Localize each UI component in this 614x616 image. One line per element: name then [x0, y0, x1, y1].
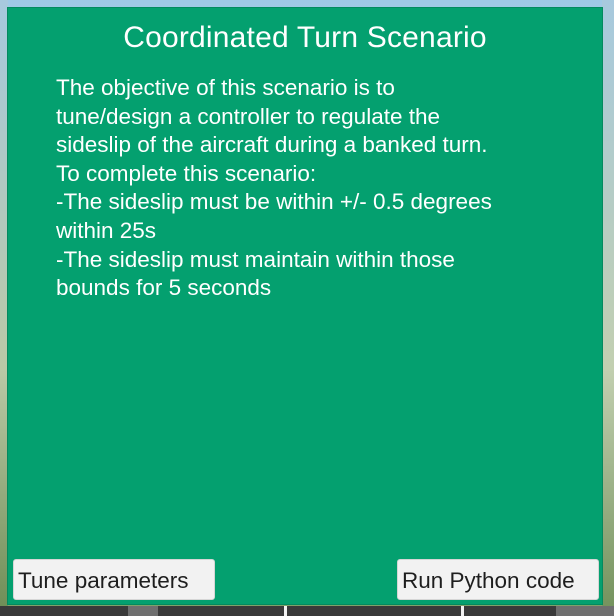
bottom-hud-bar: [0, 606, 614, 616]
hud-tick: [461, 606, 464, 616]
description-line: tune/design a controller to regulate the: [56, 103, 441, 129]
description-line: To complete this scenario:: [56, 160, 317, 186]
run-python-code-button[interactable]: Run Python code: [397, 559, 599, 600]
hud-tick: [284, 606, 287, 616]
hud-segment: [158, 606, 556, 616]
description-line: -The sideslip must maintain within those: [56, 246, 455, 272]
description-line: within 25s: [56, 217, 157, 243]
description-line: The objective of this scenario is to: [56, 75, 395, 100]
description-line: bounds for 5 seconds: [56, 275, 272, 301]
tune-parameters-button[interactable]: Tune parameters: [13, 559, 215, 600]
scenario-dialog: Coordinated Turn Scenario The objective …: [7, 7, 603, 605]
description-line: sideslip of the aircraft during a banked…: [56, 132, 488, 158]
scenario-description: The objective of this scenario is to tun…: [56, 74, 576, 303]
description-line: -The sideslip must be within +/- 0.5 deg…: [56, 189, 492, 215]
background-scene-right: [602, 0, 614, 616]
hud-segment: [0, 606, 128, 616]
dialog-title: Coordinated Turn Scenario: [123, 21, 487, 54]
